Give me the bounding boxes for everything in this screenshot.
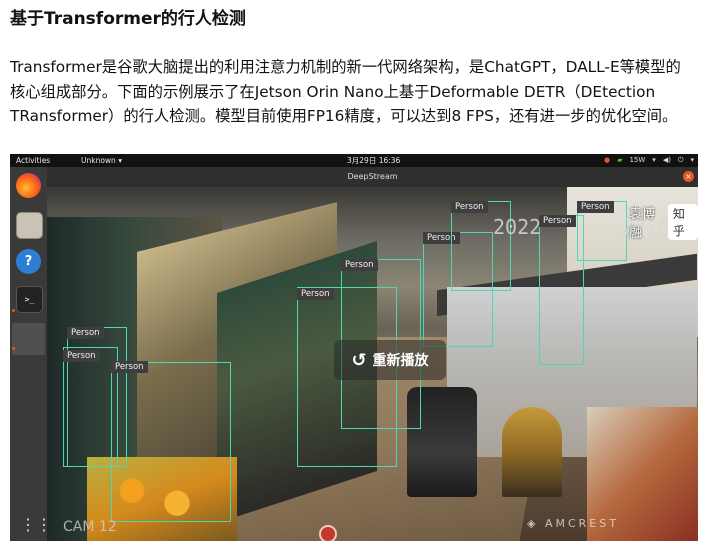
deepstream-window: DeepStream × Person Person Person Person bbox=[47, 167, 698, 541]
app-menu[interactable]: Unknown ▾ bbox=[81, 154, 122, 167]
detection-box bbox=[63, 347, 118, 467]
top-bar: Activities Unknown ▾ 3月29日 16:36 ● ▰ 15W… bbox=[10, 154, 698, 167]
wifi-icon: ▾ bbox=[652, 156, 656, 164]
power-mode-label: 15W bbox=[629, 156, 646, 164]
volume-icon: ◀) bbox=[662, 156, 671, 164]
files-icon[interactable] bbox=[16, 212, 43, 239]
watermark: 袁博融 知乎 bbox=[629, 203, 698, 241]
replay-icon: ↺ bbox=[351, 349, 367, 371]
paragraph-line: TRansformer）的行人检测。模型目前使用FP16精度，可以达到8 FPS… bbox=[10, 107, 678, 125]
running-indicator bbox=[12, 309, 15, 312]
chevron-down-icon: ▾ bbox=[690, 156, 694, 164]
activities-button[interactable]: Activities bbox=[16, 154, 50, 167]
nvidia-power-icon: ▰ bbox=[617, 156, 623, 164]
paragraph-line: 核心组成部分。下面的示例展示了在Jetson Orin Nano上基于Defor… bbox=[10, 82, 656, 101]
replay-label: 重新播放 bbox=[372, 353, 429, 369]
detection-label: Person bbox=[539, 215, 576, 227]
zhihu-logo: 知乎 bbox=[667, 204, 698, 240]
osd-date: 2022 bbox=[493, 215, 542, 239]
detection-label: Person bbox=[577, 201, 614, 213]
record-icon: ● bbox=[603, 156, 611, 164]
replay-button[interactable]: ↺ 重新播放 bbox=[334, 340, 446, 380]
running-indicator bbox=[12, 347, 15, 350]
camera-label: CAM 12 bbox=[63, 519, 117, 535]
detection-label: Person bbox=[111, 361, 148, 373]
floor-sticker bbox=[319, 525, 337, 541]
video-frame[interactable]: Person Person Person Person Person Perso… bbox=[47, 187, 698, 541]
stool bbox=[502, 407, 562, 497]
detection-box bbox=[111, 362, 231, 522]
amcrest-logo: ◈ AMCREST bbox=[527, 517, 619, 530]
terminal-icon[interactable]: >_ bbox=[16, 286, 43, 313]
ubuntu-desktop-screenshot: Activities Unknown ▾ 3月29日 16:36 ● ▰ 15W… bbox=[10, 154, 698, 541]
article-paragraph: Transformer是谷歌大脑提出的利用注意力机制的新一代网络架构，是Chat… bbox=[10, 55, 702, 129]
paragraph-line: Transformer是谷歌大脑提出的利用注意力机制的新一代网络架构，是Chat… bbox=[10, 58, 681, 76]
clock[interactable]: 3月29日 16:36 bbox=[347, 154, 400, 167]
detection-label: Person bbox=[341, 259, 378, 271]
system-tray[interactable]: ● ▰ 15W ▾ ◀) ⏻ ▾ bbox=[604, 154, 694, 167]
app-icon[interactable] bbox=[12, 323, 45, 355]
detection-label: Person bbox=[297, 288, 334, 300]
watermark-author: 袁博融 bbox=[629, 207, 656, 241]
firefox-icon[interactable] bbox=[16, 173, 41, 198]
detection-label: Person bbox=[67, 327, 104, 339]
power-icon: ⏻ bbox=[677, 156, 684, 164]
detection-label: Person bbox=[451, 201, 488, 213]
dock: ? >_ ⋮⋮⋮ bbox=[10, 167, 68, 541]
close-icon[interactable]: × bbox=[683, 171, 694, 182]
window-title: DeepStream bbox=[47, 167, 698, 187]
help-icon[interactable]: ? bbox=[16, 249, 41, 274]
detection-label: Person bbox=[63, 350, 100, 362]
article-title: 基于Transformer的行人检测 bbox=[10, 9, 246, 29]
